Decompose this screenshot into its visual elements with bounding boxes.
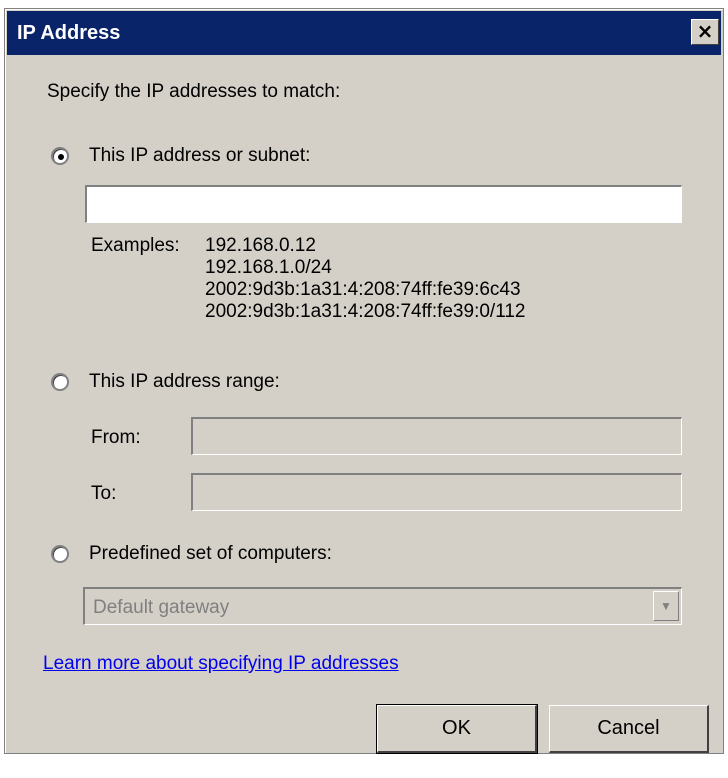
example-ip-2: 192.168.1.0/24 <box>205 257 332 278</box>
to-label: To: <box>91 483 117 504</box>
ip-subnet-input[interactable] <box>85 185 682 223</box>
example-ip-3: 2002:9d3b:1a31:4:208:74ff:fe39:6c43 <box>205 279 521 300</box>
chevron-down-icon: ▼ <box>660 599 672 613</box>
example-ip-4: 2002:9d3b:1a31:4:208:74ff:fe39:0/112 <box>205 301 526 322</box>
examples-list: 192.168.0.12 192.168.1.0/24 2002:9d3b:1a… <box>205 235 526 323</box>
predefined-computers-select[interactable]: Default gateway ▼ <box>83 587 682 625</box>
ip-address-dialog: IP Address × Specify the IP addresses to… <box>4 8 724 754</box>
examples-label: Examples: <box>91 235 180 256</box>
radio-predefined-label[interactable]: Predefined set of computers: <box>89 543 332 565</box>
radio-ip-range[interactable] <box>51 373 69 391</box>
cancel-button[interactable]: Cancel <box>549 705 709 753</box>
from-label: From: <box>91 427 141 448</box>
prompt-label: Specify the IP addresses to match: <box>47 81 341 102</box>
learn-more-link[interactable]: Learn more about specifying IP addresses <box>43 653 399 675</box>
radio-ip-range-label[interactable]: This IP address range: <box>89 371 280 393</box>
dropdown-button[interactable]: ▼ <box>653 591 679 621</box>
close-icon: × <box>696 19 714 43</box>
radio-ip-subnet[interactable] <box>51 147 69 165</box>
example-ip-1: 192.168.0.12 <box>205 235 316 256</box>
range-from-input[interactable] <box>191 417 682 455</box>
title-bar[interactable]: IP Address × <box>7 11 721 55</box>
ok-button[interactable]: OK <box>376 704 538 754</box>
predefined-select-value: Default gateway <box>93 597 230 618</box>
range-to-input[interactable] <box>191 473 682 511</box>
dialog-title: IP Address <box>17 22 121 44</box>
close-button[interactable]: × <box>691 19 719 45</box>
radio-ip-subnet-label[interactable]: This IP address or subnet: <box>89 145 310 167</box>
radio-predefined[interactable] <box>51 545 69 563</box>
